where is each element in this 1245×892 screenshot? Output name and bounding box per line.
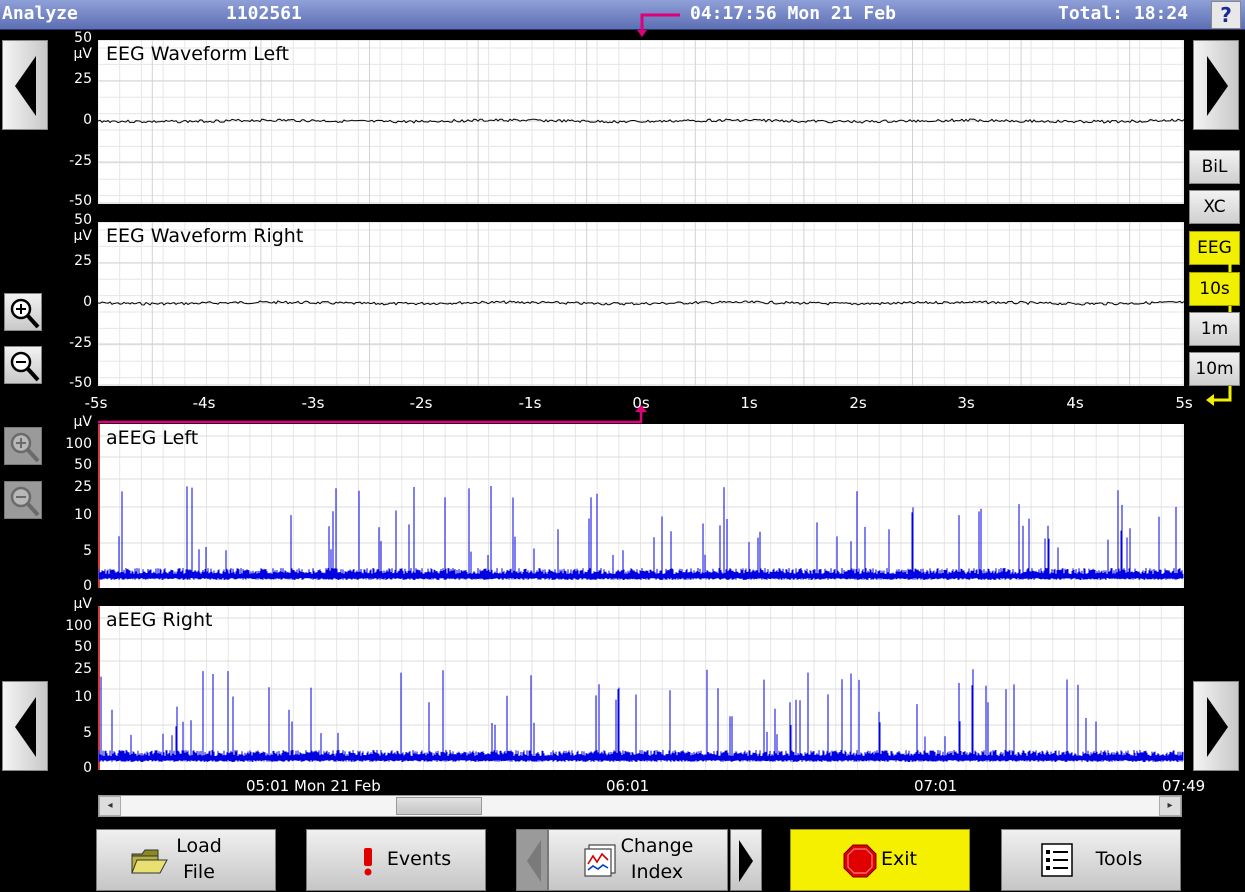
arrow-right-icon	[1207, 56, 1228, 116]
exclamation-icon	[364, 848, 372, 876]
mode-bil-button[interactable]: BiL	[1189, 150, 1240, 184]
aeeg-zoom-in-button[interactable]	[4, 427, 42, 465]
eeg-left-ytick: 50	[74, 30, 92, 46]
eeg-left-title: EEG Waveform Left	[106, 43, 290, 65]
arrow-right-icon	[739, 840, 753, 882]
stop-sign-icon	[843, 844, 877, 878]
change-index-label-1: Change	[620, 835, 694, 857]
aeeg-right-title: aEEG Right	[106, 609, 213, 631]
aeeg-right-ytick: 25	[74, 661, 92, 677]
aeeg-left-panel[interactable]: aEEG Left	[98, 424, 1184, 588]
exit-button[interactable]: Exit	[790, 829, 970, 891]
index-prev-button[interactable]	[516, 829, 548, 891]
eeg-left-panel[interactable]: EEG Waveform Left	[98, 40, 1184, 204]
time-marker-icon	[637, 13, 680, 37]
eeg-zoom-in-button[interactable]	[4, 293, 42, 331]
eeg-left-ytick: 0	[83, 112, 92, 128]
eeg-left-ytick: -25	[69, 153, 92, 169]
change-index-button[interactable]: Change Index	[548, 829, 728, 891]
aeeg-left-unit: µV	[73, 414, 92, 430]
arrow-right-icon	[1207, 697, 1228, 757]
eeg-right-ytick: -50	[69, 375, 92, 391]
eeg-left-ytick: 25	[74, 71, 92, 87]
mode-xc-button[interactable]: XC	[1189, 190, 1240, 224]
scroll-thumb[interactable]	[396, 797, 482, 815]
zoom-out-icon	[10, 351, 40, 382]
arrow-left-icon	[527, 840, 541, 882]
aeeg-left-trend	[98, 486, 1184, 580]
load-file-label-1: Load	[176, 835, 222, 857]
aeeg-left-ytick: 50	[74, 457, 92, 473]
aeeg-right-ytick: 0	[83, 760, 92, 776]
help-button[interactable]: ?	[1211, 1, 1241, 29]
events-label: Events	[386, 848, 452, 870]
trend-forward-button[interactable]	[1193, 681, 1239, 771]
eeg-right-panel[interactable]: EEG Waveform Right	[98, 222, 1184, 386]
trend-time-label: 06:01	[606, 777, 650, 795]
aeeg-left-ytick: 100	[65, 436, 92, 452]
total-duration: Total: 18:24	[1058, 3, 1189, 24]
trend-time-label: 07:49	[1162, 777, 1206, 795]
eeg-xtick: 3s	[957, 394, 975, 412]
aeeg-right-ytick: 5	[83, 725, 92, 741]
aeeg-zoom-out-button[interactable]	[4, 481, 42, 519]
aeeg-left-ytick: 10	[74, 507, 92, 523]
eeg-left-ytick: -50	[69, 193, 92, 209]
eeg-xtick: 4s	[1066, 394, 1084, 412]
eeg-zoom-out-button[interactable]	[4, 346, 42, 384]
aeeg-right-ytick: 100	[65, 618, 92, 634]
aeeg-right-unit: µV	[73, 596, 92, 612]
aeeg-left-title: aEEG Left	[106, 427, 199, 449]
arrow-left-icon	[15, 56, 36, 116]
aeeg-right-ytick: 10	[74, 689, 92, 705]
events-button[interactable]: Events	[306, 829, 486, 891]
aeeg-right-panel[interactable]: aEEG Right	[98, 606, 1184, 770]
load-file-label-2: File	[183, 861, 215, 883]
aeeg-left-ytick: 0	[83, 578, 92, 594]
zoom-out-icon	[10, 486, 40, 517]
timescale-connector-icon	[1206, 264, 1232, 406]
zoom-in-icon	[10, 298, 40, 329]
eeg-right-ytick: 25	[74, 253, 92, 269]
mode-eeg-button[interactable]: EEG	[1189, 231, 1240, 265]
aeeg-right-ytick: 50	[74, 639, 92, 655]
trend-time-label: 07:01	[914, 777, 958, 795]
exit-label: Exit	[881, 848, 917, 870]
eeg-xtick: 2s	[849, 394, 867, 412]
eeg-xtick: 1s	[740, 394, 758, 412]
scroll-right-arrow[interactable]: ▸	[1159, 796, 1181, 816]
trend-time-label: 05:01 Mon 21 Feb	[246, 777, 381, 795]
current-timestamp: 04:17:56 Mon 21 Feb	[690, 3, 896, 24]
scroll-back-button[interactable]	[2, 40, 48, 130]
tools-button[interactable]: Tools	[1001, 829, 1181, 891]
arrow-left-icon	[15, 697, 36, 757]
trend-back-button[interactable]	[2, 681, 48, 771]
eeg-right-unit: µV	[73, 228, 92, 244]
eeg-right-ytick: -25	[69, 335, 92, 351]
aeeg-left-ytick: 5	[83, 543, 92, 559]
aeeg-left-ytick: 25	[74, 479, 92, 495]
eeg-left-unit: µV	[73, 46, 92, 62]
patient-id: 1102561	[226, 3, 302, 24]
change-index-label-2: Index	[630, 861, 684, 883]
load-file-button[interactable]: Load File	[96, 829, 276, 891]
scroll-forward-button[interactable]	[1193, 40, 1239, 130]
tools-label: Tools	[1095, 848, 1143, 870]
eeg-xtick: 5s	[1175, 394, 1193, 412]
eeg-right-ytick: 0	[83, 294, 92, 310]
index-next-button[interactable]	[730, 829, 762, 891]
eeg-right-ytick: 50	[74, 212, 92, 228]
mode-label: Analyze	[2, 3, 78, 24]
position-marker-icon	[98, 405, 647, 424]
scroll-left-arrow[interactable]: ◂	[99, 796, 121, 816]
trend-scrollbar[interactable]: ◂ ▸	[98, 795, 1182, 817]
folder-open-icon	[131, 849, 168, 874]
list-icon	[1041, 843, 1073, 877]
aeeg-right-trend	[98, 669, 1184, 762]
title-bar: Analyze 1102561 04:17:56 Mon 21 Feb Tota…	[0, 0, 1245, 37]
eeg-right-title: EEG Waveform Right	[106, 225, 304, 247]
zoom-in-icon	[10, 432, 40, 463]
